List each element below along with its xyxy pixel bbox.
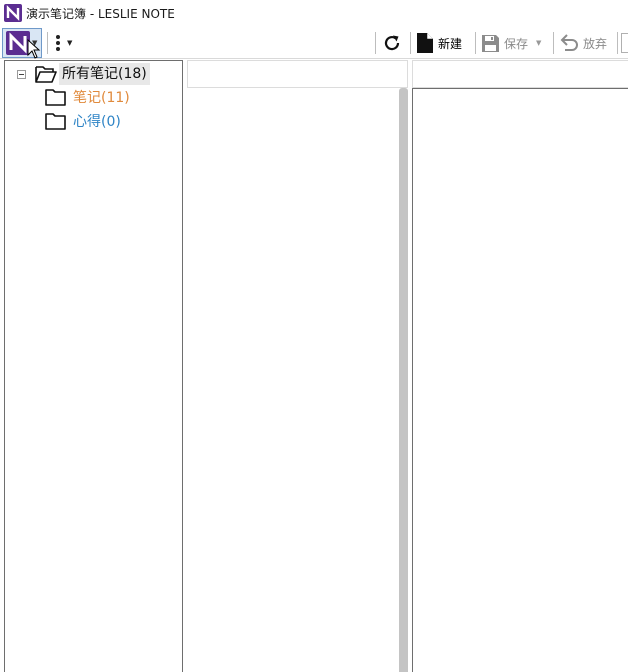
notebook-tree: 所有笔记(18) 笔记(11) 心得(0)	[4, 60, 183, 672]
app-logo-icon	[4, 4, 22, 22]
new-note-button[interactable]: 新建	[416, 28, 462, 58]
note-list-search-input[interactable]	[187, 60, 408, 88]
save-label: 保存	[504, 36, 529, 51]
more-options-button[interactable]: ▼	[55, 28, 85, 58]
collapse-toggle-icon[interactable]	[17, 70, 26, 79]
tree-item-label: 笔记(11)	[73, 90, 130, 106]
discard-button[interactable]: 放弃	[559, 28, 607, 58]
refresh-icon	[384, 35, 400, 51]
toolbar-separator	[375, 32, 376, 54]
note-list[interactable]	[184, 88, 399, 672]
toolbar-separator	[475, 32, 476, 54]
title-bar: 演示笔记簿 - LESLIE NOTE	[0, 0, 628, 26]
chevron-down-icon: ▼	[67, 39, 73, 47]
save-button[interactable]: 保存 ▼	[481, 28, 541, 58]
overflow-button[interactable]	[621, 33, 628, 53]
note-title-field[interactable]	[412, 60, 628, 88]
tree-item-notes[interactable]: 笔记(11)	[45, 86, 130, 108]
folder-open-icon	[35, 66, 57, 83]
new-document-icon	[417, 33, 433, 53]
tree-item-label: 心得(0)	[73, 114, 121, 130]
toolbar: ▼ ▼ 新建 保存 ▼ 放弃	[0, 27, 628, 59]
toolbar-separator	[410, 32, 411, 54]
toolbar-separator	[553, 32, 554, 54]
toolbar-separator	[617, 32, 618, 54]
note-editor[interactable]	[412, 88, 628, 672]
vertical-ellipsis-icon	[56, 35, 60, 51]
discard-label: 放弃	[583, 36, 608, 51]
folder-icon	[45, 89, 66, 106]
tree-item-label: 所有笔记(18)	[59, 63, 150, 85]
folder-icon	[45, 113, 66, 130]
window-title: 演示笔记簿 - LESLIE NOTE	[26, 6, 175, 21]
note-list-scrollbar[interactable]	[399, 88, 408, 672]
undo-icon	[560, 34, 578, 51]
refresh-button[interactable]	[382, 28, 406, 58]
toolbar-separator	[47, 32, 48, 54]
save-icon	[482, 34, 499, 52]
new-note-label: 新建	[438, 36, 463, 51]
mouse-cursor-icon	[27, 39, 41, 59]
chevron-down-icon: ▼	[536, 39, 542, 47]
tree-item-insights[interactable]: 心得(0)	[45, 110, 121, 132]
